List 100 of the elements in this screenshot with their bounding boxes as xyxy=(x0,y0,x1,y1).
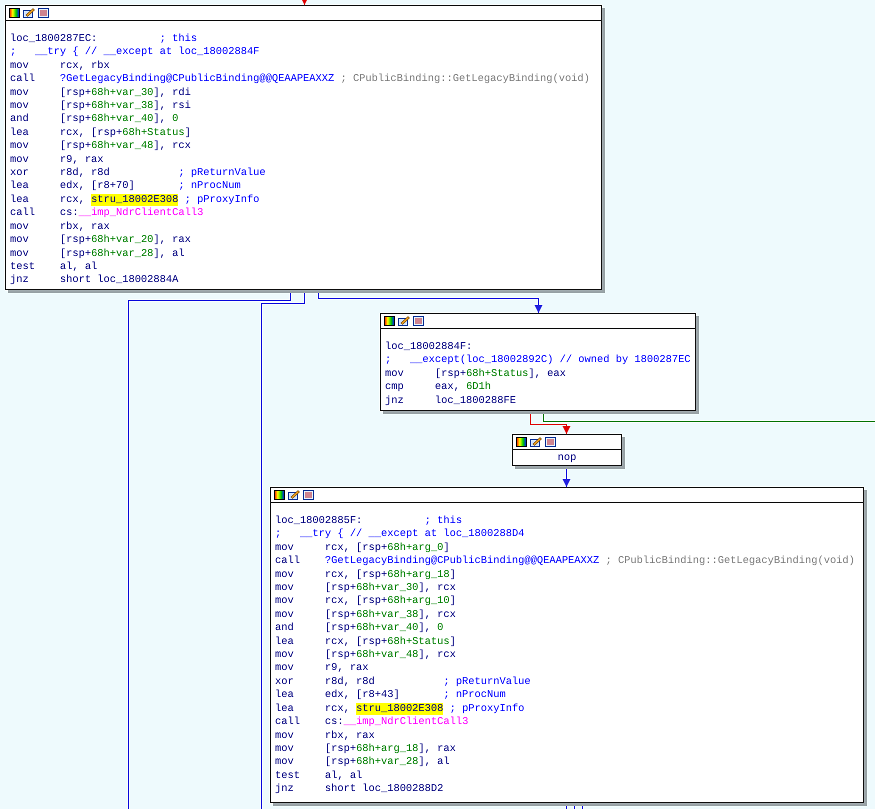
instruction-mnemonic: xor xyxy=(275,676,295,690)
instruction-operands: short loc_1800288D2 xyxy=(324,783,444,797)
instruction-operands: rbx, rax xyxy=(60,220,111,234)
instruction-mnemonic: jnz xyxy=(385,394,405,408)
instruction-mnemonic: mov xyxy=(275,542,295,556)
instruction-mnemonic: jnz xyxy=(275,783,295,797)
code-comment: ; pReturnValue xyxy=(178,167,266,180)
graph-overview-icon[interactable] xyxy=(303,490,314,500)
instruction-operands: [rsp+68h+var_40], 0 xyxy=(60,113,178,127)
code-label: loc_18002885F: xyxy=(275,515,364,528)
color-palette-icon[interactable] xyxy=(384,316,395,326)
instruction-mnemonic: mov xyxy=(10,86,30,100)
instruction-operands: eax, 6D1h xyxy=(434,381,492,395)
instruction-operands: [rsp+68h+var_40], 0 xyxy=(324,622,444,636)
instruction-operands: al, al xyxy=(324,770,364,784)
color-palette-icon[interactable] xyxy=(9,8,20,18)
instruction-operands: [rsp+68h+var_28], al xyxy=(324,756,450,770)
instruction-operands: [rsp+68h+var_20], rax xyxy=(60,234,191,248)
instruction-operands: [rsp+68h+var_48], rcx xyxy=(60,140,191,154)
instruction-mnemonic: jnz xyxy=(10,274,30,288)
graph-overview-icon[interactable] xyxy=(38,8,49,18)
instruction-mnemonic: call xyxy=(275,716,301,730)
code-comment: ; __try { // __except at loc_1800288D4 xyxy=(275,528,524,542)
instruction-operands: r9, rax xyxy=(324,662,370,676)
instruction-mnemonic: mov xyxy=(10,60,30,74)
color-palette-icon[interactable] xyxy=(274,490,285,500)
code-label: loc_18002884F: xyxy=(385,341,474,354)
instruction-mnemonic: nop xyxy=(558,452,576,466)
code-comment: ; CPublicBinding::GetLegacyBinding(void) xyxy=(340,73,590,87)
instruction-operands: al, al xyxy=(60,260,98,274)
instruction-mnemonic: mov xyxy=(10,234,30,248)
instruction-operands: short loc_18002884A xyxy=(60,274,178,288)
instruction-operands: [rsp+68h+var_28], al xyxy=(60,248,185,261)
instruction-operands: ?GetLegacyBinding@CPublicBinding@@QEAAPEAXXZ xyxy=(60,73,334,87)
instruction-operands: [rsp+68h+var_38], rcx xyxy=(324,608,456,622)
instruction-operands: loc_1800288FE xyxy=(434,394,517,408)
instruction-operands: [rsp+68h+arg_18], rax xyxy=(324,742,456,756)
instruction-mnemonic: mov xyxy=(385,368,405,382)
instruction-mnemonic: mov xyxy=(275,608,295,622)
instruction-mnemonic: lea xyxy=(10,180,30,194)
instruction-operands: r8d, r8d xyxy=(324,676,376,690)
graph-overview-icon[interactable] xyxy=(545,437,556,447)
code-comment: ; nProcNum xyxy=(178,180,241,194)
instruction-mnemonic: mov xyxy=(10,248,30,261)
instruction-mnemonic: mov xyxy=(275,595,295,609)
instruction-operands: r8d, r8d xyxy=(60,167,111,180)
instruction-operands: [rsp+68h+Status], eax xyxy=(434,368,566,382)
instruction-mnemonic: mov xyxy=(275,649,295,662)
instruction-mnemonic: mov xyxy=(10,100,30,114)
instruction-mnemonic: test xyxy=(275,770,301,784)
code-comment: ; this xyxy=(160,33,198,46)
instruction-mnemonic: lea xyxy=(275,689,295,703)
instruction-mnemonic: mov xyxy=(275,742,295,756)
instruction-operands: rcx, [rsp+68h+arg_18] xyxy=(324,568,456,582)
instruction-mnemonic: lea xyxy=(275,636,295,650)
instruction-operands: [rsp+68h+var_38], rsi xyxy=(60,100,191,114)
instruction-operands: rcx, stru_18002E308 xyxy=(324,702,444,716)
edit-graph-icon[interactable] xyxy=(530,437,542,447)
code-comment: ; __except(loc_18002892C) // owned by 1800287EC xyxy=(385,354,691,368)
code-comment: ; pReturnValue xyxy=(443,676,531,690)
instruction-operands: rcx, [rsp+68h+arg_10] xyxy=(324,595,456,609)
instruction-mnemonic: mov xyxy=(10,220,30,234)
instruction-operands: cs:__imp_NdrClientCall3 xyxy=(324,716,468,730)
code-comment: ; __try { // __except at loc_18002884F xyxy=(10,46,260,60)
instruction-mnemonic: call xyxy=(10,207,36,221)
edit-graph-icon[interactable] xyxy=(23,8,35,18)
instruction-mnemonic: call xyxy=(275,555,301,569)
instruction-operands: r9, rax xyxy=(60,154,105,168)
instruction-mnemonic: mov xyxy=(275,568,295,582)
code-label: loc_1800287EC: xyxy=(10,33,98,46)
instruction-operands: rcx, rbx xyxy=(60,60,111,74)
graph-overview-icon[interactable] xyxy=(413,316,424,326)
instruction-mnemonic: lea xyxy=(10,194,30,208)
instruction-operands: ?GetLegacyBinding@CPublicBinding@@QEAAPEAXXZ xyxy=(324,555,600,569)
instruction-operands: edx, [r8+43] xyxy=(324,689,401,703)
code-comment: ; this xyxy=(424,515,462,528)
instruction-mnemonic: mov xyxy=(275,730,295,743)
instruction-operands: rcx, [rsp+68h+Status] xyxy=(60,126,191,140)
instruction-mnemonic: test xyxy=(10,260,36,274)
instruction-operands: [rsp+68h+var_30], rcx xyxy=(324,582,456,596)
instruction-operands: rbx, rax xyxy=(324,730,376,743)
code-comment: ; pProxyInfo xyxy=(184,194,260,208)
instruction-operands: [rsp+68h+var_48], rcx xyxy=(324,649,456,662)
instruction-operands: rcx, [rsp+68h+Status] xyxy=(324,636,456,650)
code-comment: ; pProxyInfo xyxy=(450,702,524,716)
instruction-mnemonic: mov xyxy=(275,582,295,596)
instruction-mnemonic: and xyxy=(275,622,295,636)
instruction-mnemonic: mov xyxy=(275,756,295,770)
code-comment: ; CPublicBinding::GetLegacyBinding(void) xyxy=(605,555,855,569)
color-palette-icon[interactable] xyxy=(516,437,527,447)
edit-graph-icon[interactable] xyxy=(288,490,300,500)
edit-graph-icon[interactable] xyxy=(398,316,410,326)
instruction-mnemonic: and xyxy=(10,113,30,127)
instruction-mnemonic: lea xyxy=(275,702,295,716)
instruction-mnemonic: lea xyxy=(10,126,30,140)
code-comment: ; nProcNum xyxy=(443,689,506,703)
instruction-mnemonic: mov xyxy=(10,154,30,168)
instruction-mnemonic: xor xyxy=(10,167,30,180)
instruction-mnemonic: call xyxy=(10,73,36,87)
instruction-mnemonic: cmp xyxy=(385,381,405,395)
